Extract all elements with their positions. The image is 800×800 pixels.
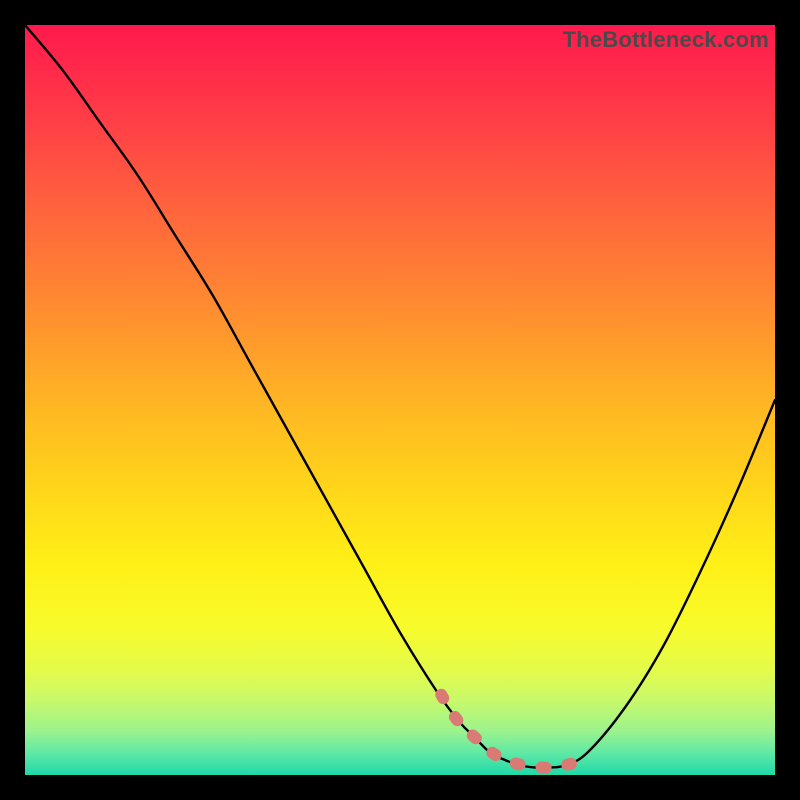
- bottleneck-curve: [25, 25, 775, 768]
- chart-frame: TheBottleneck.com: [0, 0, 800, 800]
- bottleneck-chart: [25, 25, 775, 775]
- optimal-range-marker: [441, 695, 571, 768]
- plot-area: TheBottleneck.com: [25, 25, 775, 775]
